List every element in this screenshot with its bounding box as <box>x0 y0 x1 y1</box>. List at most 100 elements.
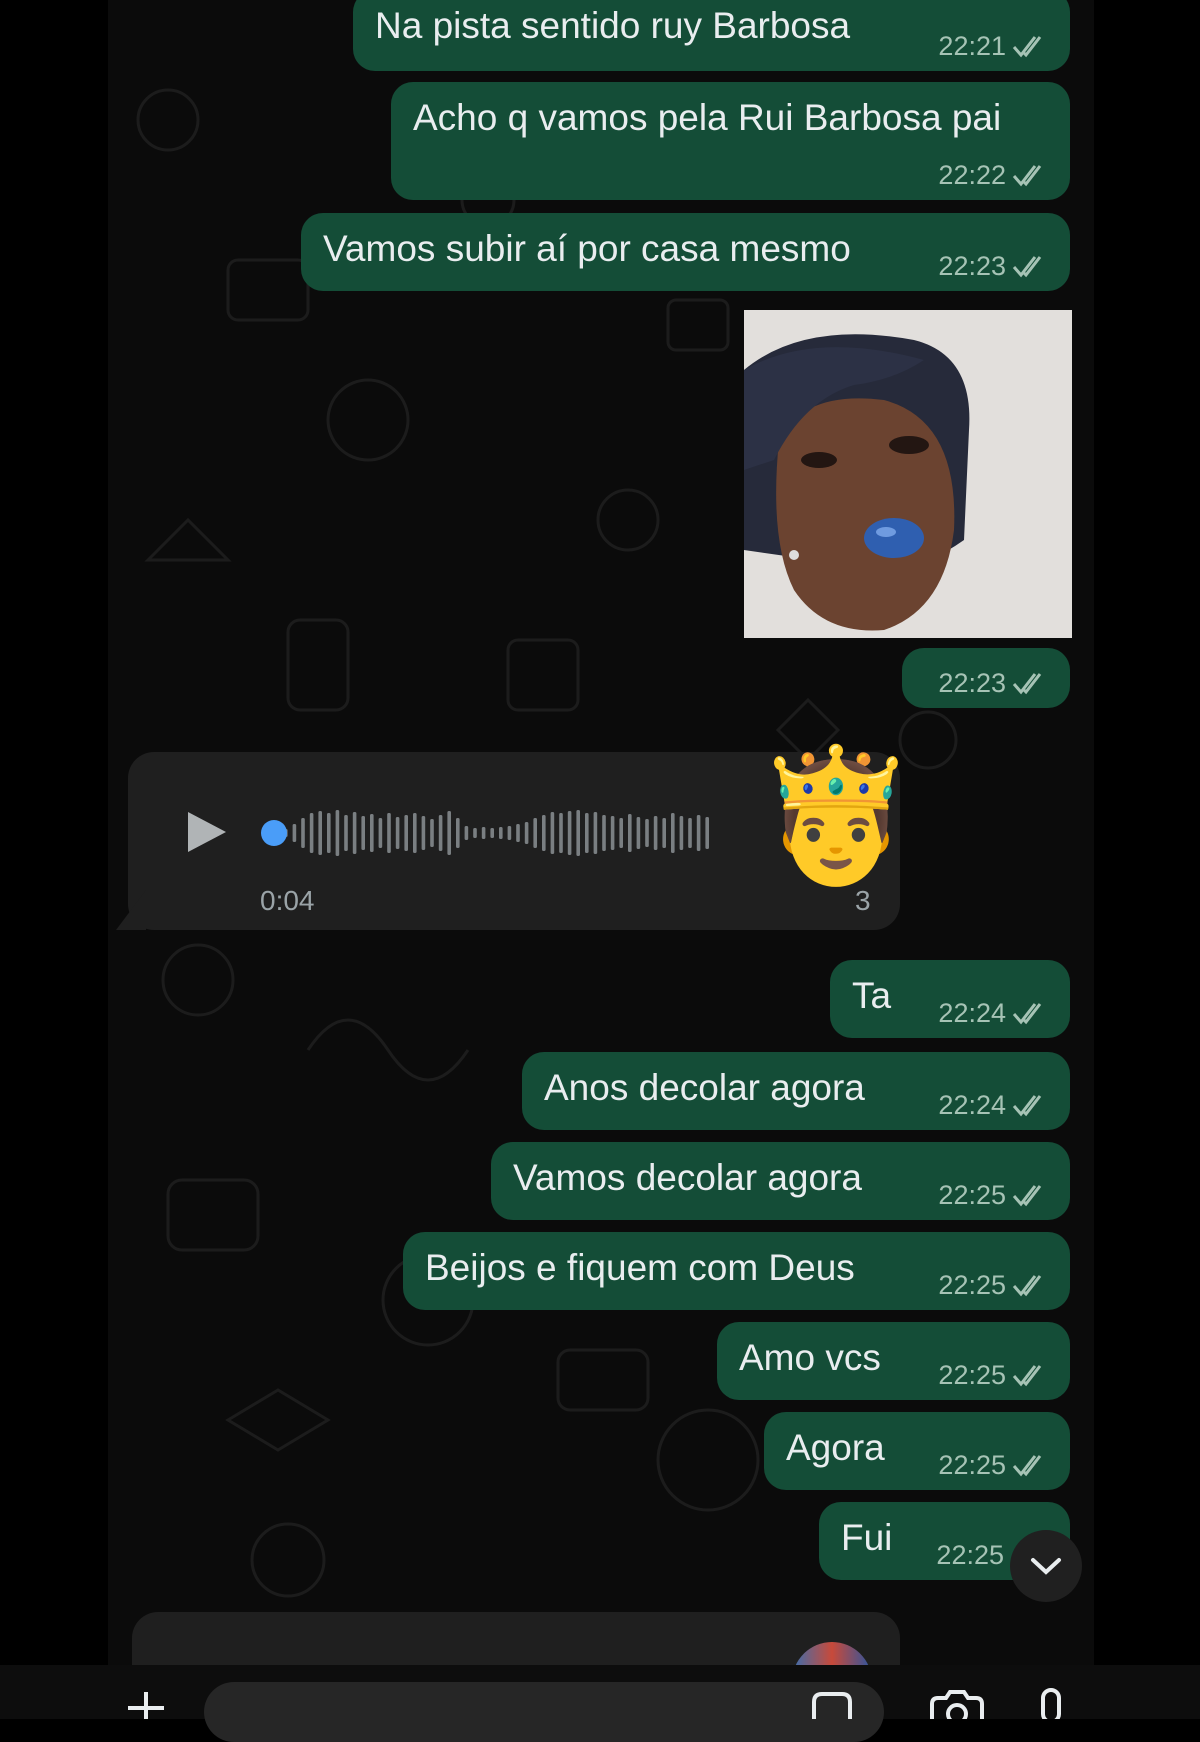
message-time: 22:25 <box>938 1359 1006 1390</box>
waveform-bar <box>610 816 615 850</box>
message-meta: 22:22 <box>938 160 1048 190</box>
waveform-bar <box>361 816 365 850</box>
message-time: 22:25 <box>936 1539 1004 1570</box>
waveform-bar <box>499 827 503 839</box>
waveform-bar <box>679 816 684 850</box>
message-bubble[interactable]: Acho q vamos pela Rui Barbosa pai 22:22 <box>391 82 1070 200</box>
message-input[interactable] <box>204 1682 884 1742</box>
waveform-bar <box>593 812 598 854</box>
waveform-bar <box>507 826 512 840</box>
message-text: Na pista sentido ruy Barbosa <box>375 5 851 46</box>
double-check-icon <box>1012 1365 1042 1387</box>
waveform-bar <box>688 818 692 848</box>
waveform-bar <box>636 817 641 849</box>
message-time: 22:25 <box>938 1449 1006 1480</box>
message-text: Amo vcs <box>739 1337 881 1378</box>
photo-message[interactable] <box>744 310 1072 638</box>
message-meta: 22:25 <box>938 1270 1048 1300</box>
waveform-bar <box>585 813 589 853</box>
plus-icon[interactable] <box>124 1688 168 1719</box>
message-meta: 22:25 <box>938 1450 1048 1480</box>
waveform-bar <box>395 817 400 849</box>
message-time: 22:23 <box>938 667 1006 698</box>
message-text: Fui <box>841 1517 893 1558</box>
message-bubble[interactable]: Amo vcs 22:25 <box>717 1322 1070 1400</box>
waveform-bar <box>671 813 675 853</box>
message-time: 22:22 <box>938 159 1006 190</box>
waveform-bar <box>387 813 391 853</box>
waveform-bar <box>490 828 494 838</box>
message-bubble[interactable]: Anos decolar agora 22:24 <box>522 1052 1070 1130</box>
voice-progress-dot[interactable] <box>261 820 287 846</box>
message-bubble[interactable]: Vamos subir aí por casa mesmo 22:23 <box>301 213 1070 291</box>
message-meta: 22:24 <box>938 998 1048 1028</box>
waveform-bar <box>696 815 701 851</box>
voice-waveform[interactable] <box>258 800 722 866</box>
message-bubble[interactable]: Na pista sentido ruy Barbosa 22:21 <box>353 0 1070 71</box>
message-time: 22:25 <box>938 1269 1006 1300</box>
bubble-tail <box>116 890 146 930</box>
waveform-bar <box>404 815 408 851</box>
chevron-down-icon <box>1031 1558 1061 1575</box>
waveform-bar <box>559 813 563 853</box>
message-time: 22:23 <box>938 250 1006 281</box>
message-bubble[interactable]: Agora 22:25 <box>764 1412 1070 1490</box>
waveform-bar <box>464 826 469 840</box>
message-meta: 22:25 <box>938 1360 1048 1390</box>
double-check-icon <box>1012 36 1042 58</box>
waveform-bar <box>301 818 305 848</box>
message-bubble[interactable]: Vamos decolar agora 22:25 <box>491 1142 1070 1220</box>
message-meta: 22:23 <box>938 251 1048 281</box>
message-text: Ta <box>852 975 892 1016</box>
message-meta: 22:23 <box>938 668 1048 698</box>
scroll-to-bottom-button[interactable] <box>1010 1530 1082 1602</box>
waveform-bar <box>602 815 606 851</box>
waveform-bar <box>619 818 623 848</box>
message-meta: 22:25 <box>938 1180 1048 1210</box>
waveform-bar <box>309 813 314 853</box>
waveform-bar <box>550 812 555 854</box>
waveform-bar <box>344 815 348 851</box>
waveform-bar <box>481 827 486 839</box>
waveform-bar <box>370 814 374 852</box>
play-icon[interactable] <box>186 810 228 854</box>
message-text: Beijos e fiquem com Deus <box>425 1247 855 1288</box>
waveform-bar <box>542 815 546 851</box>
waveform-bar <box>430 819 434 847</box>
mic-icon[interactable] <box>1033 1688 1069 1719</box>
double-check-icon <box>1012 1455 1042 1477</box>
waveform-bar <box>318 811 322 855</box>
waveform-bar <box>653 816 658 850</box>
double-check-icon <box>1012 165 1042 187</box>
waveform-bar <box>352 812 357 854</box>
double-check-icon <box>1012 1185 1042 1207</box>
waveform-bar <box>628 814 632 852</box>
message-time: 22:21 <box>938 30 1006 61</box>
waveform-bar <box>378 818 383 848</box>
message-meta: 22:25 <box>936 1540 1010 1570</box>
waveform-bar <box>421 816 426 850</box>
waveform-bar <box>524 822 529 844</box>
message-time: 22:24 <box>938 997 1006 1028</box>
camera-icon[interactable] <box>928 1690 986 1719</box>
sticker-icon[interactable] <box>810 1690 854 1719</box>
image-time-bubble: 22:23 <box>902 648 1070 708</box>
waveform-bar <box>516 824 520 842</box>
waveform-bar <box>576 810 580 856</box>
message-bubble[interactable]: Beijos e fiquem com Deus 22:25 <box>403 1232 1070 1310</box>
message-text: Vamos subir aí por casa mesmo <box>323 228 851 269</box>
waveform-bar <box>413 813 417 853</box>
waveform-bar <box>335 810 340 856</box>
double-check-icon <box>1012 256 1042 278</box>
double-check-icon <box>1012 1003 1042 1025</box>
waveform-bar <box>292 824 297 842</box>
waveform-bar <box>705 817 709 849</box>
message-bubble[interactable]: Ta 22:24 <box>830 960 1070 1038</box>
photo-content <box>744 310 1072 638</box>
prince-emoji-icon: 🤴 <box>755 742 917 888</box>
waveform-bar <box>533 818 537 848</box>
double-check-icon <box>1012 1275 1042 1297</box>
waveform-bar <box>473 828 477 838</box>
double-check-icon <box>1012 673 1042 695</box>
message-text: Vamos decolar agora <box>513 1157 862 1198</box>
